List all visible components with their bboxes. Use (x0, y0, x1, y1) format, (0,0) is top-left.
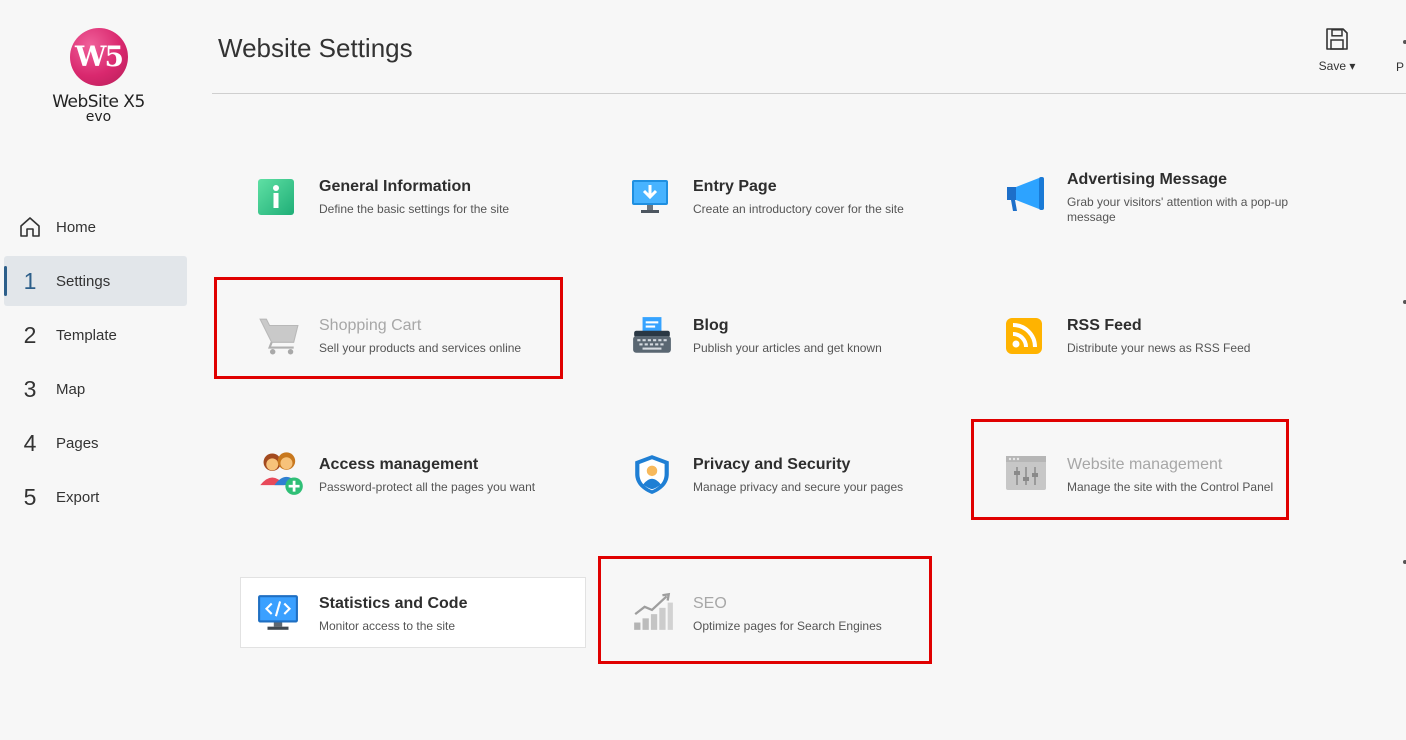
card-description: Create an introductory cover for the sit… (693, 202, 904, 216)
card-title: Access management (319, 456, 479, 473)
info-icon (258, 179, 294, 215)
toolbar-button-partial[interactable]: P (1396, 26, 1406, 74)
card-title: Entry Page (693, 178, 777, 195)
nav-item-number: 2 (23, 321, 37, 348)
nav-item-number: 3 (23, 375, 37, 402)
card-seo[interactable]: SEO Optimize pages for Search Engines (615, 592, 960, 665)
nav-item-template[interactable]: 2 Template (4, 310, 187, 360)
save-icon (1326, 28, 1348, 50)
card-website-management[interactable]: Website management Manage the site with … (989, 456, 1334, 526)
card-access-management[interactable]: Access management Password-protect all t… (241, 452, 586, 526)
nav-item-home[interactable]: Home (4, 202, 187, 252)
nav-item-label: Pages (56, 434, 99, 452)
shield-user-icon (635, 455, 669, 494)
card-description: Password-protect all the pages you want (319, 480, 536, 494)
nav-item-number: 5 (23, 483, 37, 510)
card-title: RSS Feed (1067, 317, 1142, 334)
megaphone-icon (1007, 177, 1044, 211)
card-advertising-message[interactable]: Advertising Message Grab your visitors' … (989, 171, 1334, 241)
card-description: Define the basic settings for the site (319, 202, 510, 216)
card-shopping-cart[interactable]: Shopping Cart Sell your products and ser… (241, 317, 586, 387)
card-description: Manage privacy and secure your pages (693, 480, 904, 494)
card-title: Advertising Message (1067, 171, 1228, 188)
app-logo: W5 WebSite X5 evo (46, 28, 151, 125)
save-label: Save ▾ (1318, 59, 1356, 73)
page-title: Website Settings (218, 33, 413, 63)
chart-growth-icon (634, 592, 673, 630)
card-description: Monitor access to the site (319, 619, 456, 633)
toolbar-button-partial-label: P (1396, 60, 1405, 74)
card-blog[interactable]: Blog Publish your articles and get known (615, 317, 960, 387)
card-privacy-security[interactable]: Privacy and Security Manage privacy and … (615, 455, 960, 526)
nav-item-label: Export (56, 488, 100, 506)
card-rss-feed[interactable]: RSS Feed Distribute your news as RSS Fee… (989, 317, 1334, 387)
sidebar: W5 WebSite X5 evo Home 1 Settings 2 Temp… (0, 0, 195, 740)
users-add-icon (260, 452, 303, 495)
card-description: Publish your articles and get known (693, 341, 882, 355)
card-general-information[interactable]: General Information Define the basic set… (241, 178, 586, 248)
save-button[interactable]: Save ▾ (1316, 26, 1358, 73)
card-entry-page[interactable]: Entry Page Create an introductory cover … (615, 178, 960, 248)
cart-icon (259, 318, 299, 355)
card-statistics-code[interactable]: Statistics and Code Monitor access to th… (240, 577, 586, 648)
typewriter-icon (633, 317, 671, 353)
card-title: SEO (693, 595, 727, 612)
nav-menu: Home 1 Settings 2 Template 3 Map 4 Pages… (4, 202, 187, 526)
nav-item-label: Home (56, 218, 97, 236)
nav-item-map[interactable]: 3 Map (4, 364, 187, 414)
nav-item-pages[interactable]: 4 Pages (4, 418, 187, 468)
card-title: Statistics and Code (319, 595, 468, 612)
card-description: Distribute your news as RSS Feed (1067, 341, 1251, 355)
card-description: Manage the site with the Control Panel (1067, 480, 1274, 494)
logo-mark: W5 (69, 28, 128, 86)
nav-item-label: Settings (56, 272, 111, 290)
card-title: General Information (319, 178, 472, 195)
card-title: Blog (693, 317, 729, 334)
card-title: Privacy and Security (693, 456, 851, 473)
nav-item-number: 4 (23, 429, 37, 456)
nav-item-label: Template (56, 326, 117, 344)
card-description: Grab your visitors' attention with a pop… (1067, 195, 1289, 224)
header-divider (212, 93, 1406, 94)
home-icon (20, 217, 40, 237)
nav-item-number: 1 (23, 267, 37, 294)
rss-icon (1006, 318, 1042, 354)
nav-item-label: Map (56, 380, 86, 398)
nav-item-export[interactable]: 5 Export (4, 472, 187, 522)
code-monitor-icon (258, 595, 298, 630)
monitor-download-icon (632, 180, 668, 213)
card-title: Website management (1067, 456, 1223, 473)
card-title: Shopping Cart (319, 317, 422, 334)
control-panel-icon (1006, 456, 1046, 490)
card-description: Sell your products and services online (319, 341, 522, 355)
card-description: Optimize pages for Search Engines (693, 619, 882, 633)
nav-item-settings[interactable]: 1 Settings (4, 256, 187, 306)
